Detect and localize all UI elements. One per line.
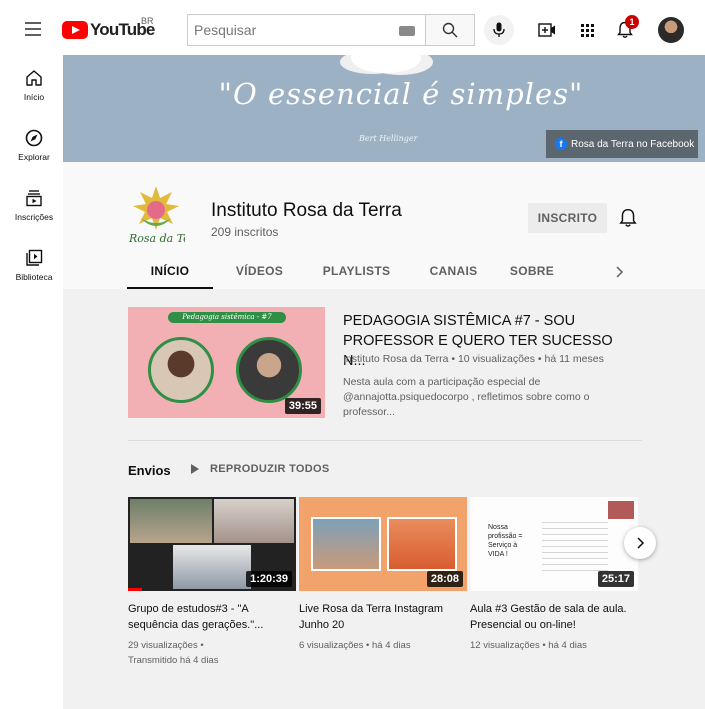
user-avatar[interactable] [658, 17, 684, 43]
sidebar-item-explore[interactable]: Explorar [5, 115, 63, 175]
shelf-title: Envios [128, 463, 171, 478]
video-duration: 1:20:39 [246, 571, 292, 587]
watch-progress-bar [128, 588, 142, 591]
tab-playlists[interactable]: PLAYLISTS [306, 256, 407, 289]
youtube-window: YouTube BR Pesquisar 1 Início Explorar I… [5, 5, 705, 709]
microphone-icon [493, 22, 505, 37]
participant-tile [387, 517, 457, 571]
search-button[interactable] [425, 14, 475, 46]
sidebar-item-label: Explorar [18, 152, 50, 162]
tab-canais[interactable]: CANAIS [407, 256, 500, 289]
participant-tile [311, 517, 381, 571]
channel-logo[interactable]: Rosa da Terra [127, 184, 185, 246]
slide-bullets [542, 517, 608, 573]
channel-home-content: Pedagogia sistêmica - #7 39:55 PEDAGOGIA… [63, 289, 705, 709]
search-icon [442, 22, 458, 38]
video-title[interactable]: Aula #3 Gestão de sala de aula. Presenci… [470, 601, 630, 633]
sidebar-item-subscriptions[interactable]: Inscrições [5, 175, 63, 235]
channel-banner: "O essencial é simples" Bert Hellinger f… [63, 55, 705, 162]
sidebar-item-label: Inscrições [14, 212, 54, 222]
featured-video-meta: Instituto Rosa da Terra • 10 visualizaçõ… [343, 353, 604, 365]
video-card[interactable]: 28:08 Live Rosa da Terra Instagram Junho… [299, 497, 467, 653]
keyboard-icon[interactable] [399, 26, 415, 36]
video-title[interactable]: Live Rosa da Terra Instagram Junho 20 [299, 601, 459, 633]
banner-quote: "O essencial é simples" [218, 77, 584, 111]
facebook-link-label: Rosa da Terra no Facebook [571, 138, 695, 150]
video-title[interactable]: Grupo de estudos#3 - "A sequência das ge… [128, 601, 288, 633]
subscriber-count: 209 inscritos [211, 225, 279, 239]
video-views: 6 visualizações • há 4 dias [299, 640, 411, 651]
apps-grid-icon [580, 23, 594, 37]
channel-logo-text: Rosa da Terra [128, 232, 185, 245]
video-thumbnail[interactable]: 28:08 [299, 497, 467, 591]
presenter-photo [148, 337, 214, 403]
library-icon [26, 249, 43, 266]
sidebar-item-label: Biblioteca [15, 272, 53, 282]
play-all-button[interactable]: REPRODUZIR TODOS [190, 463, 330, 475]
thumbnail-banner-text: Pedagogia sistêmica - #7 [168, 312, 286, 323]
channel-notification-bell-icon[interactable] [619, 208, 637, 228]
shelf-next-button[interactable] [624, 527, 656, 559]
play-icon [191, 464, 199, 474]
sidebar: Início Explorar Inscrições Biblioteca [5, 55, 63, 709]
video-meta: 12 visualizações • há 4 dias [470, 638, 638, 653]
channel-tabs: INÍCIO VÍDEOS PLAYLISTS CANAIS SOBRE [127, 256, 564, 289]
banner-author: Bert Hellinger [359, 134, 418, 143]
video-duration: 25:17 [597, 571, 634, 587]
sidebar-item-home[interactable]: Início [5, 55, 63, 115]
voice-search-button[interactable] [484, 15, 514, 45]
chevron-right-icon [637, 537, 645, 549]
tab-inicio[interactable]: INÍCIO [127, 256, 213, 289]
sidebar-item-library[interactable]: Biblioteca [5, 235, 63, 295]
flower-decoration [351, 55, 421, 73]
divider [128, 440, 642, 441]
country-code: BR [141, 16, 154, 26]
video-streamed-date: Transmitido há 4 dias [128, 655, 219, 666]
participant-tile [130, 499, 212, 543]
facebook-icon: f [555, 138, 567, 150]
presenter-cam [608, 501, 634, 519]
create-video-button[interactable] [537, 21, 557, 39]
apps-button[interactable] [577, 21, 597, 39]
participant-tile [173, 545, 251, 589]
compass-icon [25, 129, 43, 147]
featured-video-thumbnail[interactable]: Pedagogia sistêmica - #7 39:55 [128, 307, 325, 418]
video-duration: 39:55 [284, 398, 321, 414]
search-box [187, 14, 425, 46]
play-all-label: REPRODUZIR TODOS [210, 463, 330, 475]
facebook-link[interactable]: f Rosa da Terra no Facebook [546, 130, 698, 158]
hamburger-menu-icon[interactable] [25, 22, 41, 36]
video-thumbnail[interactable]: Nossa profissão = Serviço à VIDA ! 25:17 [470, 497, 638, 591]
channel-name: Instituto Rosa da Terra [211, 200, 402, 221]
channel-header: Rosa da Terra Instituto Rosa da Terra 20… [63, 162, 705, 289]
create-video-icon [538, 23, 555, 37]
video-meta: 29 visualizações • Transmitido há 4 dias [128, 638, 296, 668]
top-bar: YouTube BR Pesquisar 1 [5, 5, 705, 55]
tab-videos[interactable]: VÍDEOS [213, 256, 306, 289]
search-input[interactable] [194, 22, 384, 38]
video-card[interactable]: 1:20:39 Grupo de estudos#3 - "A sequênci… [128, 497, 296, 668]
video-views: 29 visualizações • [128, 640, 204, 651]
guest-photo [236, 337, 302, 403]
sidebar-item-label: Início [23, 92, 45, 102]
video-thumbnail[interactable]: 1:20:39 [128, 497, 296, 591]
notification-count-badge: 1 [625, 15, 639, 29]
youtube-play-icon [62, 21, 88, 39]
slide-text: Nossa profissão = Serviço à VIDA ! [488, 524, 523, 558]
video-views: 12 visualizações • há 4 dias [470, 640, 587, 651]
participant-tile [214, 499, 294, 543]
subscriptions-icon [26, 190, 42, 207]
home-icon [26, 70, 42, 86]
tab-sobre[interactable]: SOBRE [500, 256, 564, 289]
chevron-right-icon[interactable] [614, 265, 624, 279]
video-meta: 6 visualizações • há 4 dias [299, 638, 467, 653]
featured-video-description: Nesta aula com a participação especial d… [343, 376, 590, 418]
video-duration: 28:08 [426, 571, 463, 587]
subscribe-button[interactable]: INSCRITO [528, 203, 607, 233]
video-card[interactable]: Nossa profissão = Serviço à VIDA ! 25:17… [470, 497, 638, 653]
